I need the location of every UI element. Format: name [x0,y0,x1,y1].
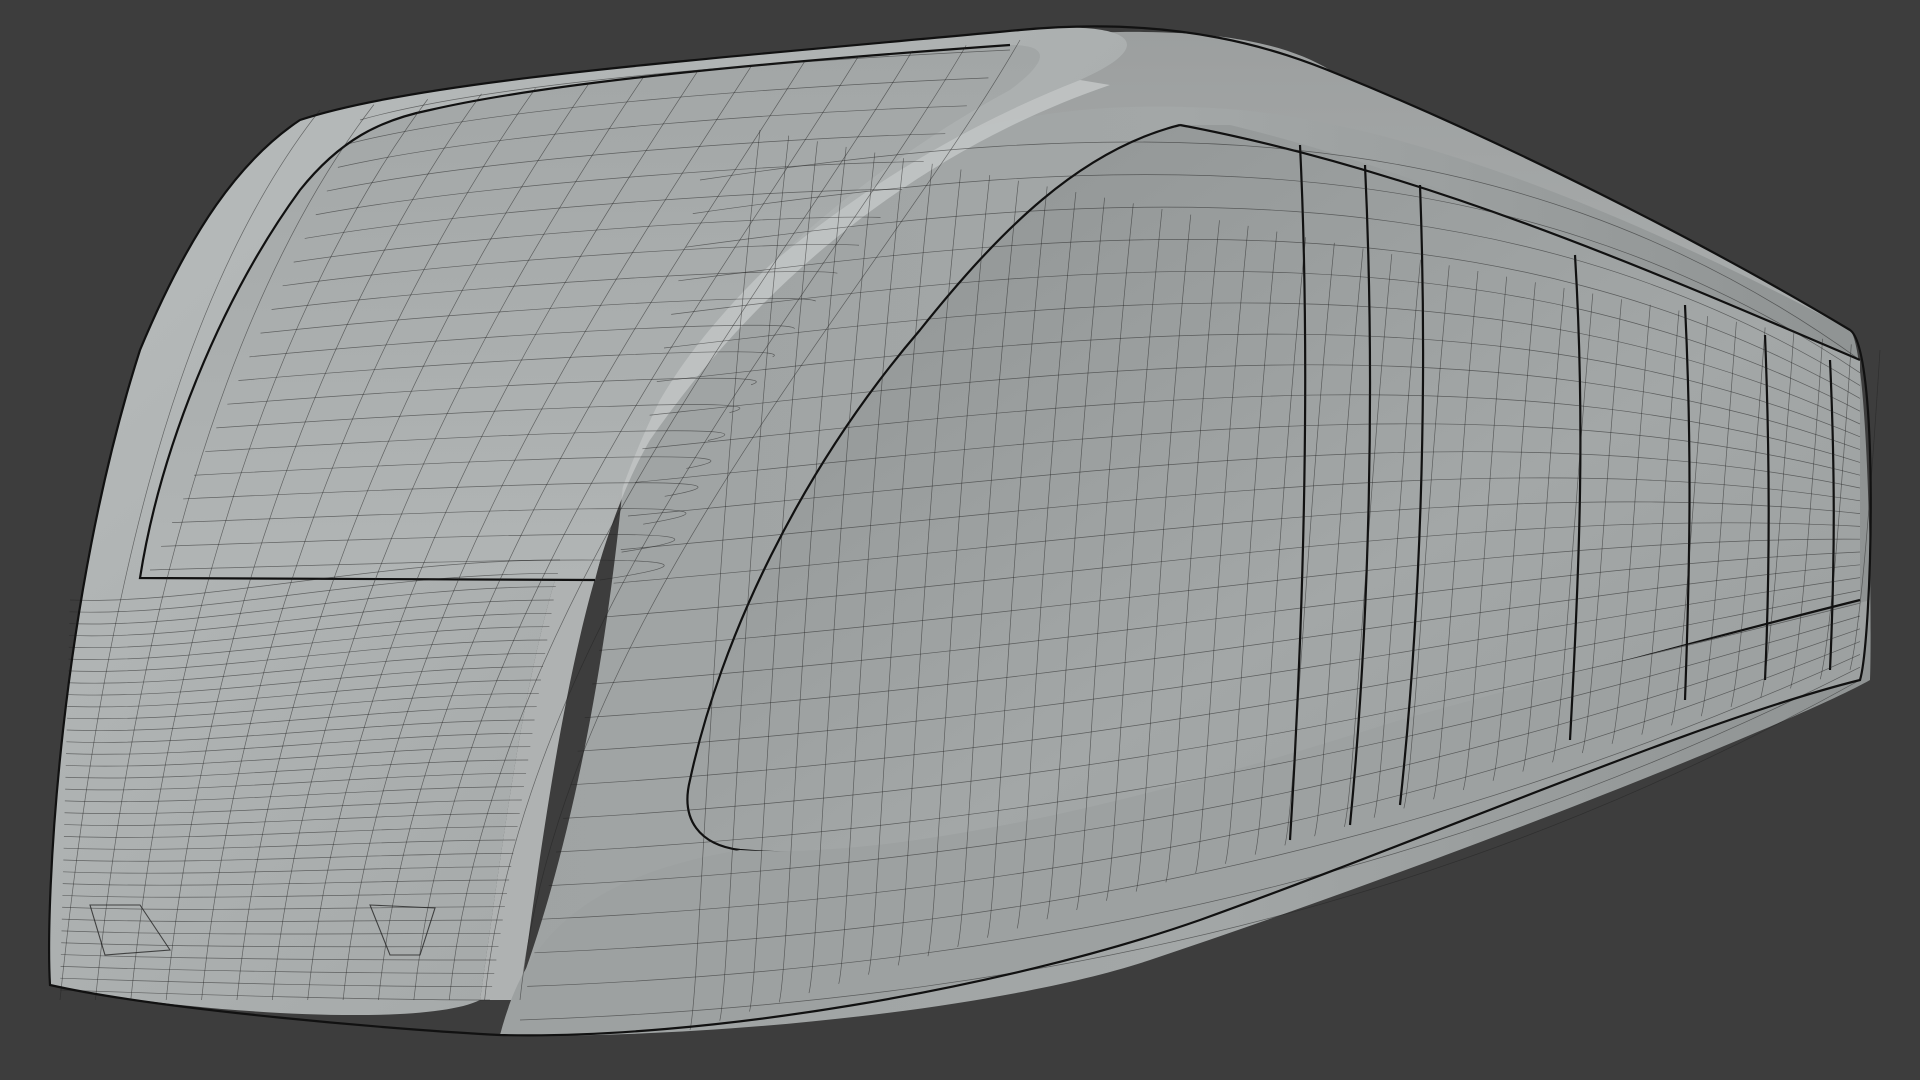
3d-viewport[interactable] [0,0,1920,1080]
train-model[interactable] [0,0,1920,1080]
